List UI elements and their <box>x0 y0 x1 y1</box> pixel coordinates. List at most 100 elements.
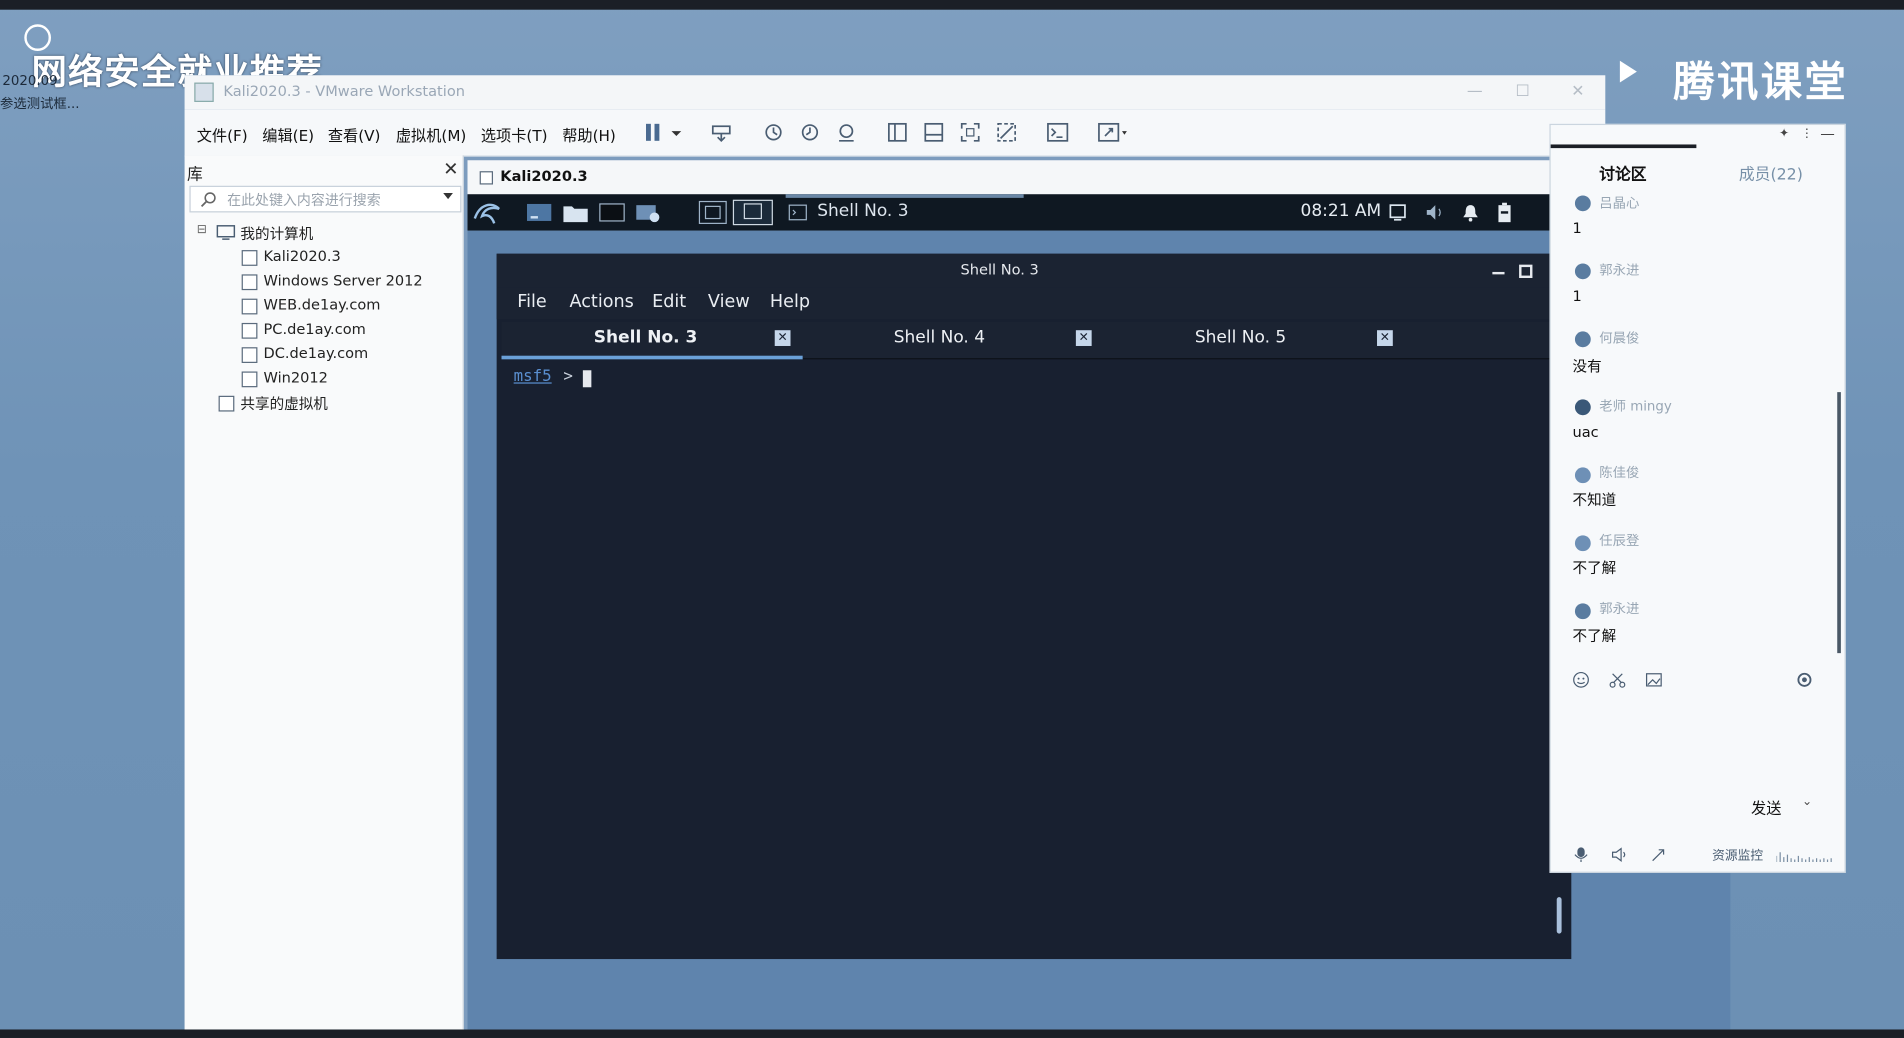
tab-close-icon[interactable]: ✕ <box>1075 330 1092 346</box>
brand-logo: 腾讯课堂 <box>1673 58 1849 107</box>
tab-discussion[interactable]: 讨论区 <box>1599 161 1646 184</box>
speaker-icon[interactable] <box>1611 846 1628 863</box>
volume-icon[interactable] <box>1424 203 1446 222</box>
stretch-icon[interactable] <box>1098 121 1127 143</box>
term-menu-file[interactable]: File <box>517 293 546 312</box>
terminal-maximize-button[interactable] <box>1519 264 1533 279</box>
send-button[interactable]: 发送 <box>1751 795 1781 818</box>
terminal-scrollbar[interactable] <box>1556 897 1562 934</box>
panel-clock[interactable]: 08:21 AM <box>1301 202 1382 221</box>
tree-item-dc[interactable]: DC.de1ay.com <box>264 345 369 362</box>
chat-message: 不知道 <box>1572 491 1617 509</box>
shield-icon[interactable] <box>1388 203 1407 222</box>
tab-members[interactable]: 成员(22) <box>1739 161 1803 184</box>
menu-help[interactable]: 帮助(H) <box>562 123 616 146</box>
search-placeholder: 在此处键入内容进行搜索 <box>227 191 381 209</box>
close-button[interactable]: ✕ <box>1571 83 1584 101</box>
settings-icon[interactable] <box>1796 671 1813 688</box>
image-icon[interactable] <box>1645 671 1662 688</box>
term-menu-view[interactable]: View <box>708 293 750 312</box>
taskbar-window-title[interactable]: Shell No. 3 <box>817 202 908 221</box>
avatar <box>1574 399 1591 416</box>
terminal-cursor[interactable] <box>582 370 592 388</box>
battery-icon[interactable] <box>1497 202 1512 224</box>
pause-icon[interactable] <box>642 121 664 143</box>
snapshot-icon[interactable] <box>763 121 785 143</box>
resource-monitor-label[interactable]: 资源监控 <box>1712 846 1763 864</box>
menu-tabs[interactable]: 选项卡(T) <box>481 123 548 146</box>
menu-vm[interactable]: 虚拟机(M) <box>396 123 466 146</box>
terminal-minimize-button[interactable] <box>1492 271 1505 275</box>
maximize-button[interactable]: ☐ <box>1515 83 1529 101</box>
avatar <box>1574 331 1591 348</box>
chat-sender: 郭永进 <box>1599 600 1640 617</box>
chat-sender: 老师 mingy <box>1599 398 1672 414</box>
tree-item-kali[interactable]: Kali2020.3 <box>264 248 341 265</box>
tree-item-pc[interactable]: PC.de1ay.com <box>264 320 366 337</box>
file-manager-icon[interactable] <box>562 202 589 224</box>
send-keys-icon[interactable] <box>710 121 732 143</box>
computer-icon <box>216 225 236 241</box>
more-icon[interactable]: ⋮ <box>1801 127 1813 140</box>
terminal-window-icon <box>788 204 807 221</box>
chat-scrollbar[interactable] <box>1837 392 1841 654</box>
vmware-app-icon <box>194 82 214 102</box>
tab-close-icon[interactable]: ✕ <box>774 330 791 346</box>
tree-item-shared[interactable]: 共享的虚拟机 <box>240 393 327 414</box>
panel-minimize-button[interactable]: — <box>1820 125 1835 142</box>
tree-item-windows-server[interactable]: Windows Server 2012 <box>264 272 423 289</box>
tree-item-web[interactable]: WEB.de1ay.com <box>264 296 381 313</box>
share-icon[interactable] <box>1650 846 1667 863</box>
vm-tab-icon <box>479 171 494 185</box>
tab-shell-5[interactable]: Shell No. 5 <box>1195 328 1286 347</box>
vm-icon <box>241 274 258 291</box>
chat-tab-indicator <box>1550 144 1697 149</box>
library-search-input[interactable]: 在此处键入内容进行搜索 <box>189 185 462 213</box>
kali-menu-icon[interactable] <box>472 199 501 226</box>
browser-icon[interactable] <box>635 202 662 224</box>
library-close-button[interactable]: ✕ <box>443 158 458 180</box>
vm-tab-kali[interactable]: Kali2020.3 <box>500 168 587 185</box>
vmware-menubar: 文件(F) 编辑(E) 查看(V) 虚拟机(M) 选项卡(T) 帮助(H) <box>184 109 1606 157</box>
snapshot-manager-icon[interactable] <box>835 121 857 143</box>
minimize-button[interactable]: — <box>1467 83 1483 101</box>
emoji-icon[interactable] <box>1573 671 1590 688</box>
terminal-icon[interactable] <box>1047 121 1069 143</box>
signal-bars-icon <box>1776 849 1835 864</box>
workspace-2-icon[interactable] <box>732 199 773 226</box>
chevron-down-icon[interactable] <box>443 193 453 200</box>
fullscreen-icon[interactable] <box>959 121 981 143</box>
tab-shell-3[interactable]: Shell No. 3 <box>594 328 698 347</box>
unity-icon[interactable] <box>996 121 1018 143</box>
tree-collapse-icon[interactable]: ⊟ <box>197 223 207 236</box>
workspace-1-icon[interactable] <box>698 200 727 224</box>
dropdown-icon[interactable] <box>670 121 692 143</box>
play-icon <box>1619 60 1637 83</box>
view-thumb-icon[interactable] <box>923 121 945 143</box>
pin-icon[interactable]: ✦ <box>1779 127 1789 140</box>
snapshot-restore-icon[interactable] <box>799 121 821 143</box>
show-desktop-icon[interactable] <box>526 202 553 224</box>
tab-shell-4[interactable]: Shell No. 4 <box>894 328 985 347</box>
terminal-tabbar: Shell No. 3 ✕ Shell No. 4 ✕ Shell No. 5 … <box>501 321 1572 360</box>
vm-icon <box>241 347 258 363</box>
tree-root-my-computer[interactable]: 我的计算机 <box>240 223 313 244</box>
window-title: Kali2020.3 - VMware Workstation <box>223 82 465 100</box>
menu-edit[interactable]: 编辑(E) <box>262 123 314 146</box>
chevron-down-icon[interactable]: ⌄ <box>1802 795 1812 808</box>
active-window-indicator <box>785 194 1024 198</box>
scissors-icon[interactable] <box>1609 671 1626 688</box>
microphone-icon[interactable] <box>1574 846 1589 863</box>
notification-bell-icon[interactable] <box>1461 203 1480 222</box>
view-console-icon[interactable] <box>886 121 908 143</box>
menu-file[interactable]: 文件(F) <box>197 123 248 146</box>
tab-close-icon[interactable]: ✕ <box>1377 330 1393 346</box>
term-menu-help[interactable]: Help <box>770 293 810 312</box>
vm-icon <box>241 322 258 339</box>
terminal-launcher-icon[interactable] <box>599 202 626 224</box>
term-menu-edit[interactable]: Edit <box>652 293 686 312</box>
menu-view[interactable]: 查看(V) <box>328 123 381 146</box>
term-menu-actions[interactable]: Actions <box>570 293 634 312</box>
tree-item-win2012[interactable]: Win2012 <box>264 369 328 386</box>
avatar <box>1574 535 1591 552</box>
